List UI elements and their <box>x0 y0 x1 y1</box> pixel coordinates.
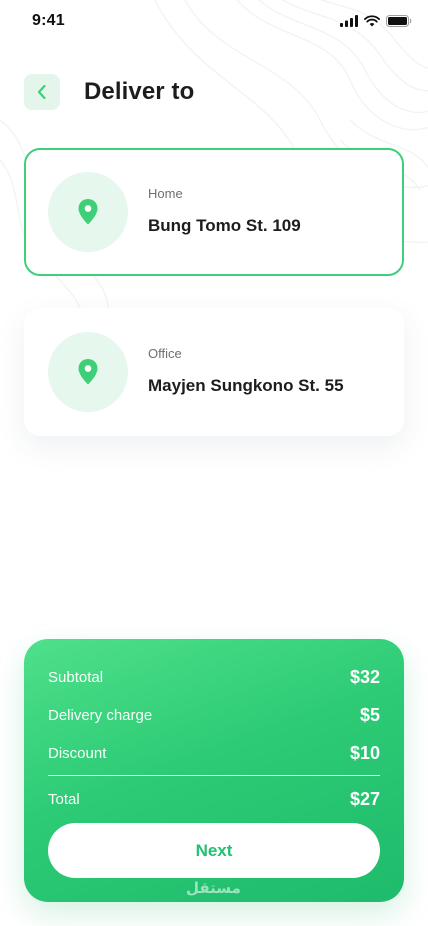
summary-label: Delivery charge <box>48 707 153 724</box>
address-label: Office <box>148 346 182 361</box>
total-value: $27 <box>349 789 380 809</box>
wifi-icon <box>364 15 380 27</box>
summary-label: Subtotal <box>48 669 104 686</box>
address-street: Mayjen Sungkono St. 55 <box>148 376 344 395</box>
page-title: Deliver to <box>84 78 195 105</box>
summary-row-discount: Discount $10 <box>48 743 380 764</box>
address-label: Home <box>148 186 183 201</box>
status-bar: 9:41 <box>0 0 428 44</box>
chevron-left-icon <box>37 84 46 100</box>
watermark-logo: مستقل <box>186 879 241 897</box>
summary-value: $32 <box>349 667 380 687</box>
battery-icon <box>386 15 412 27</box>
address-card-home[interactable]: Home Bung Tomo St. 109 <box>24 148 404 276</box>
summary-row-subtotal: Subtotal $32 <box>48 667 380 688</box>
summary-row-delivery-charge: Delivery charge $5 <box>48 705 380 726</box>
order-summary-panel: Subtotal $32 Delivery charge $5 Discount… <box>24 639 404 902</box>
location-pin-icon <box>78 359 98 385</box>
summary-row-total: Total $27 <box>48 789 380 810</box>
deliver-to-screen: 9:41 Deliver to Home Bung Tomo St. 109 O… <box>0 0 428 926</box>
pin-circle <box>48 172 128 252</box>
summary-divider <box>48 775 380 776</box>
status-time: 9:41 <box>32 12 65 29</box>
pin-circle <box>48 332 128 412</box>
back-button[interactable] <box>24 74 60 110</box>
total-label: Total <box>48 791 80 808</box>
summary-label: Discount <box>48 745 107 762</box>
next-button[interactable]: Next <box>48 823 380 878</box>
signal-icon <box>340 15 358 27</box>
status-icons <box>340 14 412 28</box>
summary-value: $5 <box>359 705 380 725</box>
summary-value: $10 <box>349 743 380 763</box>
address-street: Bung Tomo St. 109 <box>148 216 301 235</box>
location-pin-icon <box>78 199 98 225</box>
address-card-office[interactable]: Office Mayjen Sungkono St. 55 <box>24 308 404 436</box>
